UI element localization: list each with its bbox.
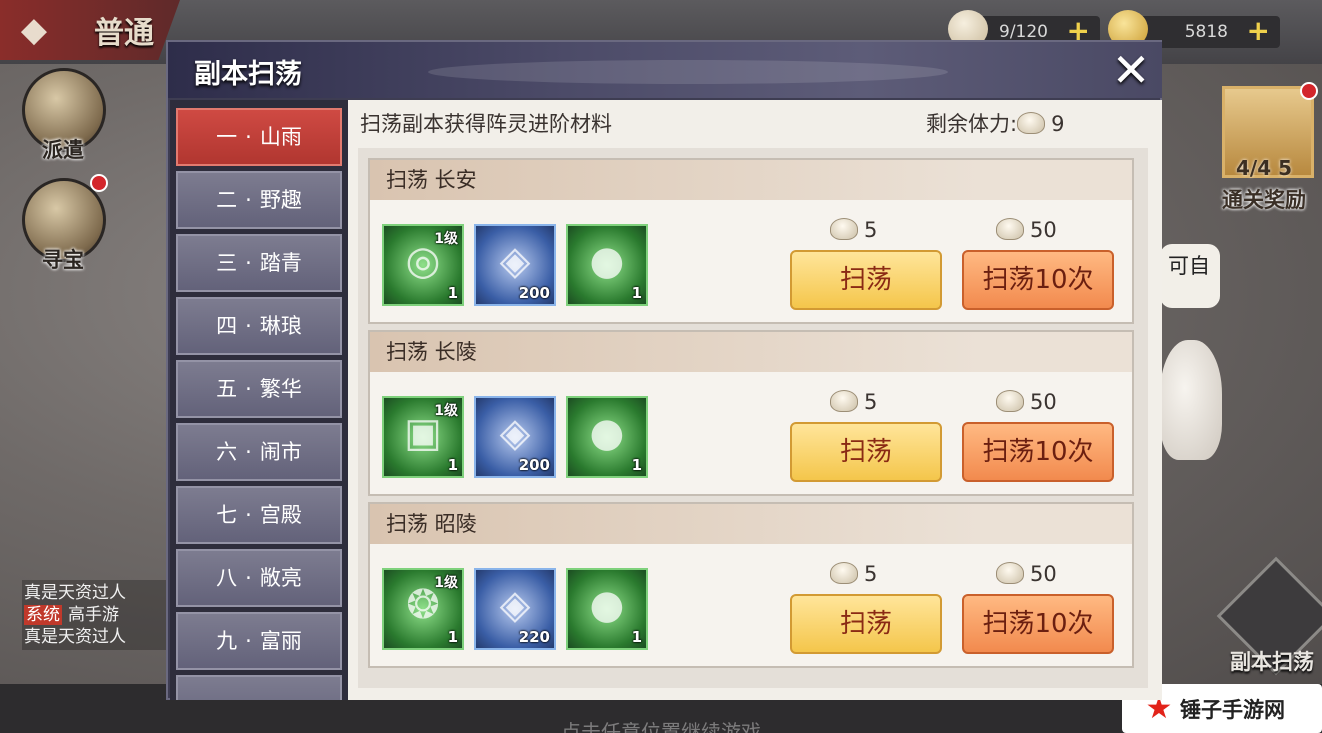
chapter-tab-7[interactable]: 七 · 宫殿 — [176, 486, 342, 544]
cost-ten: 50 — [996, 390, 1057, 414]
row-title: 扫荡 长安 — [370, 160, 1132, 200]
system-text: 高手游 — [68, 605, 119, 625]
sweep-once-button[interactable]: 扫荡 — [790, 422, 942, 482]
game-screen[interactable]: ◆ 普通 9/120 + 5818 + 派遣 寻宝 真是天资过人 系统 高手游 真… — [0, 0, 1322, 733]
chat-line: 真是天资过人 — [24, 583, 126, 603]
dialog-header: 副本扫荡 ✕ — [168, 42, 1162, 98]
row-body: ❂ 1级 1 ◈ 220 ● 1 5 50 扫荡 扫荡10次 — [370, 544, 1132, 666]
row-body: ▣ 1级 1 ◈ 200 ● 1 5 50 扫荡 扫荡10次 — [370, 372, 1132, 494]
cost-once: 5 — [830, 390, 877, 414]
back-icon[interactable]: ◆ — [12, 8, 56, 52]
chapter-tab-3[interactable]: 三 · 踏青 — [176, 234, 342, 292]
cat-mascot — [1160, 340, 1222, 460]
sweep-row: 扫荡 昭陵 ❂ 1级 1 ◈ 220 ● 1 5 50 扫荡 扫荡10次 — [368, 502, 1134, 668]
sweep-ten-button[interactable]: 扫荡10次 — [962, 250, 1114, 310]
sweep-once-button[interactable]: 扫荡 — [790, 250, 942, 310]
add-gold-button[interactable]: + — [1247, 16, 1270, 46]
chapter-tab-2[interactable]: 二 · 野趣 — [176, 171, 342, 229]
chapter-tab-partial[interactable] — [176, 675, 342, 700]
bun-icon — [996, 390, 1024, 412]
info-text: 扫荡副本获得阵灵进阶材料 — [360, 112, 612, 136]
bun-icon — [830, 218, 858, 240]
coin-icon[interactable]: ◈ 200 — [474, 396, 556, 478]
cost-once: 5 — [830, 562, 877, 586]
chapter-tab-6[interactable]: 六 · 闹市 — [176, 423, 342, 481]
remaining-stamina: 剩余体力: 9 — [926, 108, 1064, 138]
cost-once: 5 — [830, 218, 877, 242]
chapter-tab-9[interactable]: 九 · 富丽 — [176, 612, 342, 670]
jade-orb-icon[interactable]: ● 1 — [566, 396, 648, 478]
mode-title: 普通 — [94, 16, 154, 51]
chat-panel[interactable]: 真是天资过人 系统 高手游 真是天资过人 — [22, 580, 172, 650]
chapter-tab-1[interactable]: 一 · 山雨 — [176, 108, 342, 166]
bun-icon — [830, 562, 858, 584]
dungeon-sweep-label: 副本扫荡 — [1230, 650, 1314, 674]
bun-icon — [996, 562, 1024, 584]
sweep-content: 扫荡副本获得阵灵进阶材料 剩余体力: 9 扫荡 长安 ◎ 1级 1 ◈ 200 ● 1 5… — [348, 100, 1162, 700]
cost-ten: 50 — [996, 562, 1057, 586]
coin-icon[interactable]: ◈ 220 — [474, 568, 556, 650]
chat-line-system: 系统 高手游 — [24, 604, 170, 626]
jade-pendant-icon[interactable]: ❂ 1级 1 — [382, 568, 464, 650]
bun-icon — [996, 218, 1024, 240]
close-icon[interactable]: ✕ — [1108, 47, 1154, 94]
chapter-list[interactable]: 一 · 山雨 二 · 野趣 三 · 踏青 四 · 琳琅 五 · 繁华 六 · 闹市 七 · 宫殿 八 · 敞亮 … — [170, 100, 348, 700]
jade-orb-icon[interactable]: ● 1 — [566, 224, 648, 306]
sweep-dialog: 副本扫荡 ✕ 一 · 山雨 二 · 野趣 三 · 踏青 四 · 琳琅 五 · 繁华 六 · 闹市 七 · 宫… — [166, 40, 1162, 700]
sweep-ten-button[interactable]: 扫荡10次 — [962, 422, 1114, 482]
sweep-ten-button[interactable]: 扫荡10次 — [962, 594, 1114, 654]
sweep-row: 扫荡 长陵 ▣ 1级 1 ◈ 200 ● 1 5 50 扫荡 扫荡10次 — [368, 330, 1134, 496]
row-title: 扫荡 昭陵 — [370, 504, 1132, 544]
seal-artifact-icon[interactable]: ▣ 1级 1 — [382, 396, 464, 478]
chapter-tab-4[interactable]: 四 · 琳琅 — [176, 297, 342, 355]
system-tag: 系统 — [24, 605, 62, 625]
reward-count: 4/4 5 — [1236, 156, 1293, 180]
sweep-once-button[interactable]: 扫荡 — [790, 594, 942, 654]
treasure-hunt-label: 寻宝 — [42, 248, 84, 272]
ring-artifact-icon[interactable]: ◎ 1级 1 — [382, 224, 464, 306]
cost-ten: 50 — [996, 218, 1057, 242]
stamina-label: 剩余体力: — [926, 112, 1018, 136]
notification-dot — [90, 174, 108, 192]
chapter-tab-5[interactable]: 五 · 繁华 — [176, 360, 342, 418]
stamina-value: 9 — [1051, 112, 1065, 136]
chat-line: 真是天资过人 — [24, 627, 126, 647]
gold-resource-value: 5818 — [1184, 22, 1228, 42]
sweep-list[interactable]: 扫荡 长安 ◎ 1级 1 ◈ 200 ● 1 5 50 扫荡 扫荡10次 扫荡 长陵 — [358, 148, 1148, 688]
jade-orb-icon[interactable]: ● 1 — [566, 568, 648, 650]
bun-icon — [830, 390, 858, 412]
coin-icon[interactable]: ◈ 200 — [474, 224, 556, 306]
bun-icon — [1017, 112, 1046, 134]
sweep-row: 扫荡 长安 ◎ 1级 1 ◈ 200 ● 1 5 50 扫荡 扫荡10次 — [368, 158, 1134, 324]
notification-dot — [1300, 82, 1318, 100]
chapter-tab-8[interactable]: 八 · 敞亮 — [176, 549, 342, 607]
row-body: ◎ 1级 1 ◈ 200 ● 1 5 50 扫荡 扫荡10次 — [370, 200, 1132, 322]
reward-label: 通关奖励 — [1222, 188, 1306, 212]
dialog-title: 副本扫荡 — [194, 59, 302, 90]
speech-bubble: 可自 — [1160, 244, 1220, 308]
dispatch-label: 派遣 — [42, 138, 84, 162]
site-label: 锤子手游网 — [1180, 698, 1285, 722]
row-title: 扫荡 长陵 — [370, 332, 1132, 372]
